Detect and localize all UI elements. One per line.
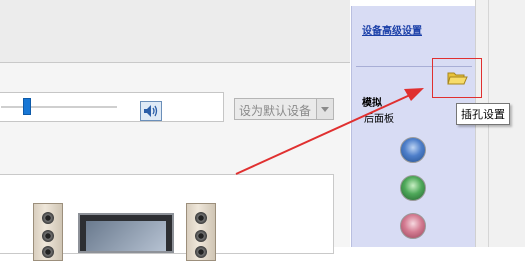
folder-icon	[447, 72, 468, 85]
annotation-arrow	[235, 88, 424, 175]
tooltip: 插孔设置	[456, 103, 510, 125]
jack-settings-button[interactable]	[432, 58, 482, 98]
